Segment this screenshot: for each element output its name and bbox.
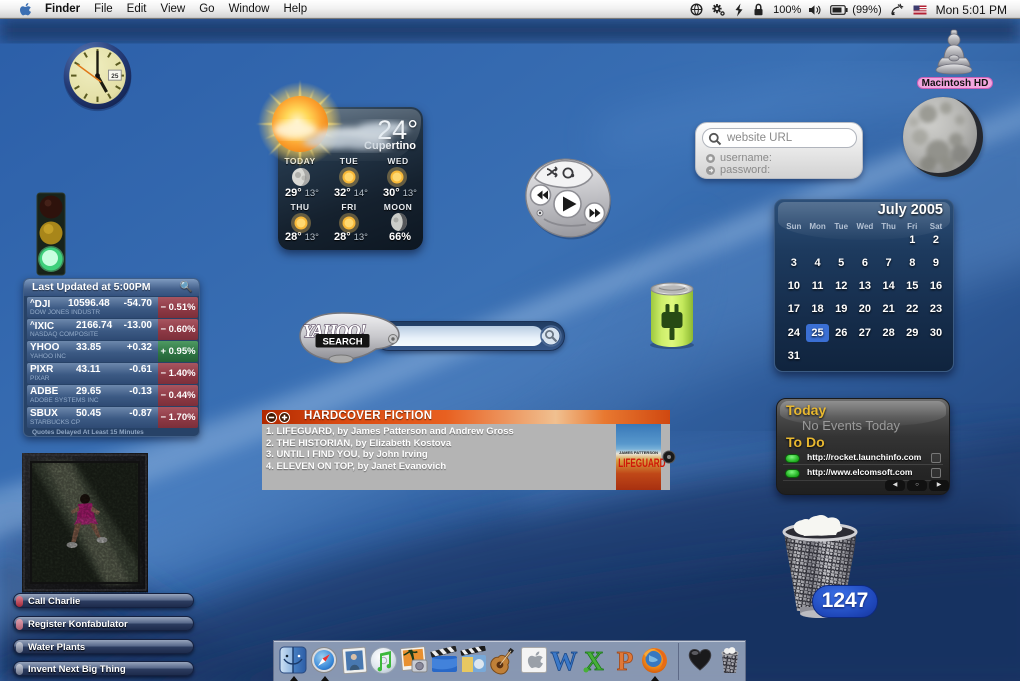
- svg-text:P: P: [617, 646, 634, 676]
- svg-text:W: W: [551, 646, 578, 676]
- svg-text:SEARCH: SEARCH: [322, 337, 362, 348]
- svg-text:25: 25: [111, 73, 119, 80]
